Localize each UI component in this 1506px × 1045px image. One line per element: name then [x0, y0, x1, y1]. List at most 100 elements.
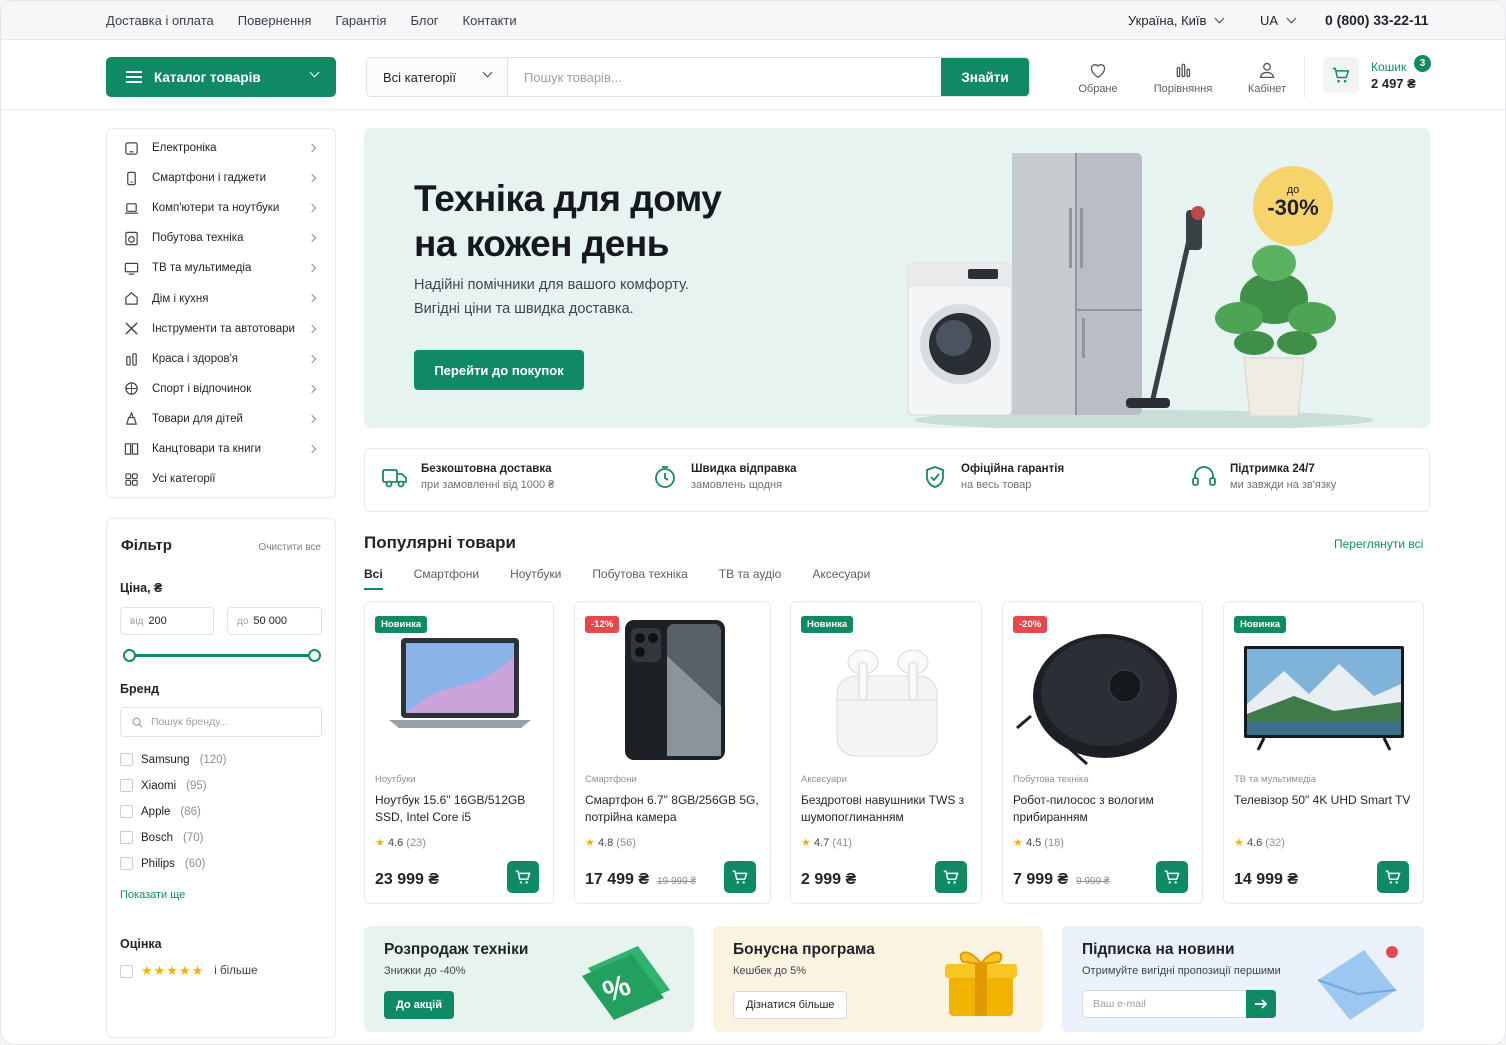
category-label: Інструменти та автотовари	[152, 322, 295, 335]
compare-button[interactable]: Порівняння	[1148, 61, 1218, 95]
checkbox[interactable]	[120, 964, 133, 978]
see-all-link[interactable]: Переглянути всі	[1334, 537, 1423, 551]
percent-tag-icon: %	[582, 946, 670, 1020]
phone-number[interactable]: 0 (800) 33-22-11	[1325, 12, 1429, 28]
tab-laptops[interactable]: Ноутбуки	[510, 567, 561, 581]
product-card[interactable]: Новинка Аксесуари Бездротові навушники T…	[790, 601, 982, 904]
category-item[interactable]: Дім і кухня	[107, 283, 335, 313]
category-label: Побутова техніка	[152, 232, 244, 245]
search-input[interactable]	[508, 58, 941, 96]
rating-checkbox[interactable]: ★★★★★ і більше	[120, 963, 258, 979]
brand-checkbox[interactable]: Philips (60)	[120, 857, 205, 870]
tab-appliances[interactable]: Побутова техніка	[592, 567, 687, 581]
category-item[interactable]: Побутова техніка	[107, 223, 335, 253]
review-count: (41)	[832, 837, 852, 849]
brand-count: (95)	[186, 779, 207, 792]
tab-accessories[interactable]: Аксесуари	[812, 567, 870, 581]
brand-checkbox[interactable]: Samsung (120)	[120, 753, 226, 766]
product-name[interactable]: Бездротові навушники TWS з шумопоглинанн…	[801, 792, 973, 826]
product-name[interactable]: Ноутбук 15.6" 16GB/512GB SSD, Intel Core…	[375, 792, 545, 826]
add-to-cart-button[interactable]	[507, 861, 539, 893]
product-card[interactable]: Новинка Ноутбуки Ноутбук 15.6" 16GB/512G…	[364, 601, 554, 904]
cart-icon	[732, 870, 748, 884]
category-item[interactable]: Краса і здоров'я	[107, 344, 335, 374]
cart-count-badge: 3	[1414, 55, 1431, 72]
checkbox[interactable]	[120, 831, 133, 844]
top-link-contacts[interactable]: Контакти	[463, 13, 517, 28]
category-item[interactable]: Усі категорії	[107, 464, 335, 494]
catalog-button[interactable]: Каталог товарів	[106, 57, 336, 97]
add-to-cart-button[interactable]	[724, 861, 756, 893]
search-button[interactable]: Знайти	[941, 58, 1029, 96]
brand-search-input[interactable]: Пошук бренду...	[120, 707, 322, 737]
product-name[interactable]: Телевізор 50" 4K UHD Smart TV	[1234, 792, 1415, 809]
chevron-right-icon	[307, 414, 317, 424]
search-bar: Всі категорії Знайти	[366, 57, 1030, 97]
product-card[interactable]: Новинка ТВ та мультимедіа Телевізор 50" …	[1223, 601, 1424, 904]
add-to-cart-button[interactable]	[1156, 861, 1188, 893]
brand-checkbox[interactable]: Xiaomi (95)	[120, 779, 207, 792]
product-card[interactable]: -20% Побутова техніка Робот-пилосос з во…	[1002, 601, 1203, 904]
hero-banner: Техніка для дому на кожен день Надійні по…	[364, 128, 1430, 428]
add-to-cart-button[interactable]	[1377, 861, 1409, 893]
top-link-delivery[interactable]: Доставка і оплата	[106, 13, 214, 28]
search-icon	[132, 717, 143, 728]
show-more-brands-link[interactable]: Показати ще	[120, 889, 185, 901]
search-category-select[interactable]: Всі категорії	[367, 58, 508, 96]
favorites-button[interactable]: Обране	[1063, 61, 1133, 95]
brand-checkbox[interactable]: Apple (86)	[120, 805, 201, 818]
tab-smartphones[interactable]: Смартфони	[414, 567, 479, 581]
region-selector[interactable]: Україна, Київ	[1128, 13, 1225, 28]
range-min-handle[interactable]	[123, 649, 136, 662]
price-range-slider[interactable]	[123, 649, 321, 662]
cart-button[interactable]: Кошик 2 497 ₴ 3	[1323, 55, 1431, 93]
category-item[interactable]: Електроніка	[107, 133, 335, 163]
checkbox[interactable]	[120, 779, 133, 792]
top-link-returns[interactable]: Повернення	[238, 13, 312, 28]
range-max-handle[interactable]	[308, 649, 321, 662]
top-link-warranty[interactable]: Гарантія	[335, 13, 386, 28]
account-button[interactable]: Кабінет	[1232, 61, 1302, 95]
clear-filters-link[interactable]: Очистити все	[259, 542, 321, 553]
product-name[interactable]: Робот-пилосос з вологим прибиранням	[1013, 792, 1194, 826]
category-item[interactable]: Товари для дітей	[107, 404, 335, 434]
popular-title: Популярні товари	[364, 533, 516, 552]
chevron-right-icon	[307, 294, 317, 303]
category-item[interactable]: Інструменти та автотовари	[107, 314, 335, 344]
product-name[interactable]: Смартфон 6.7" 8GB/256GB 5G, потрійна кам…	[585, 792, 762, 826]
price-to-input[interactable]: до 50 000	[227, 607, 322, 635]
price-from-input[interactable]: від 200	[120, 607, 214, 635]
tablet-icon	[123, 140, 139, 156]
tab-all[interactable]: Всі	[364, 567, 383, 590]
region-label: Україна, Київ	[1128, 13, 1207, 28]
checkbox[interactable]	[120, 753, 133, 766]
language-selector[interactable]: UA	[1260, 13, 1297, 28]
cart-icon	[1332, 67, 1350, 83]
page: Доставка і оплата Повернення Гарантія Бл…	[0, 0, 1506, 1045]
product-card[interactable]: -12% Смартфони Смартфон 6.7" 8GB/256GB 5…	[574, 601, 771, 904]
top-link-blog[interactable]: Блог	[410, 13, 438, 28]
hero-title: Техніка для дому на кожен день	[414, 176, 722, 266]
category-item[interactable]: Смартфони і гаджети	[107, 163, 335, 193]
shield-icon	[926, 466, 944, 488]
add-to-cart-button[interactable]	[935, 861, 967, 893]
category-label: ТВ та мультимедіа	[152, 262, 252, 275]
tab-tv-audio[interactable]: ТВ та аудіо	[719, 567, 782, 581]
brand-checkbox[interactable]: Bosch (70)	[120, 831, 203, 844]
rating-value: 4.5	[1025, 837, 1042, 849]
promo-sale-button[interactable]: До акцій	[384, 991, 454, 1019]
brand-count: (86)	[180, 805, 201, 818]
price-value: 14 999 ₴	[1234, 871, 1299, 888]
checkbox[interactable]	[120, 805, 133, 818]
checkbox[interactable]	[120, 857, 133, 870]
promo-bonus-button[interactable]: Дізнатися більше	[733, 991, 848, 1019]
price-value: 7 999 ₴	[1013, 871, 1069, 888]
menu-icon	[126, 71, 142, 83]
category-item[interactable]: Канцтовари та книги	[107, 434, 335, 464]
category-item[interactable]: ТВ та мультимедіа	[107, 253, 335, 283]
category-item[interactable]: Спорт і відпочинок	[107, 374, 335, 404]
divider	[1304, 57, 1305, 97]
category-item[interactable]: Комп'ютери та ноутбуки	[107, 193, 335, 223]
hero-cta-button[interactable]: Перейти до покупок	[414, 350, 584, 390]
subscribe-button[interactable]	[1246, 990, 1276, 1018]
